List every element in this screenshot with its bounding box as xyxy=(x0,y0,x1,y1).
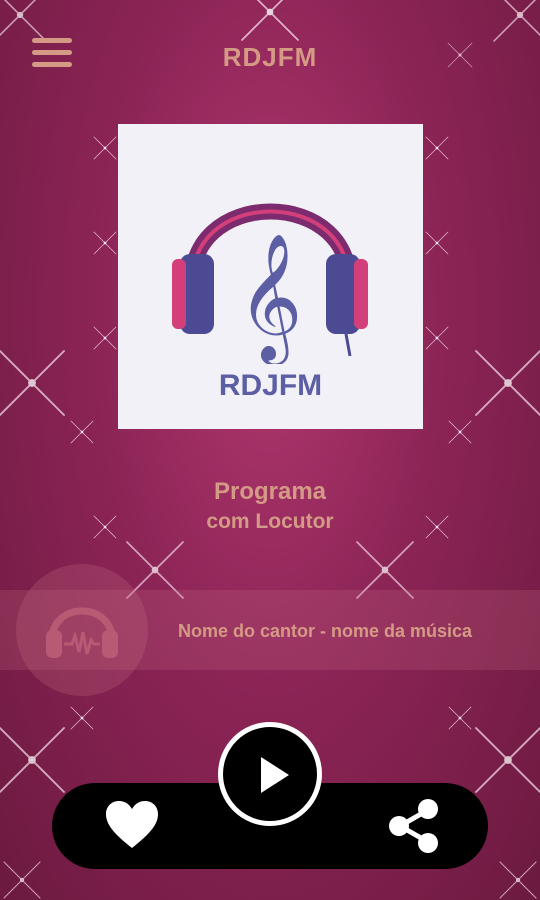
headphones-icon xyxy=(46,607,118,658)
cover-logo-text: RDJFM xyxy=(218,369,323,402)
app-header: RDJFM xyxy=(0,0,540,110)
play-icon xyxy=(261,757,289,793)
program-title: Programa xyxy=(213,478,327,505)
svg-text:𝄞: 𝄞 xyxy=(237,232,302,364)
heart-icon[interactable] xyxy=(105,800,159,850)
app-title: RDJFM xyxy=(222,42,318,72)
play-button[interactable] xyxy=(218,722,322,826)
headphones-treble-clef-icon: 𝄞 xyxy=(172,203,368,364)
program-host: com Locutor xyxy=(206,510,334,533)
program-info: Programa com Locutor xyxy=(0,478,540,534)
station-cover: 𝄞 RDJFM xyxy=(118,124,423,429)
now-playing-text: Nome do cantor - nome da música xyxy=(178,621,473,641)
share-icon[interactable] xyxy=(388,798,440,854)
